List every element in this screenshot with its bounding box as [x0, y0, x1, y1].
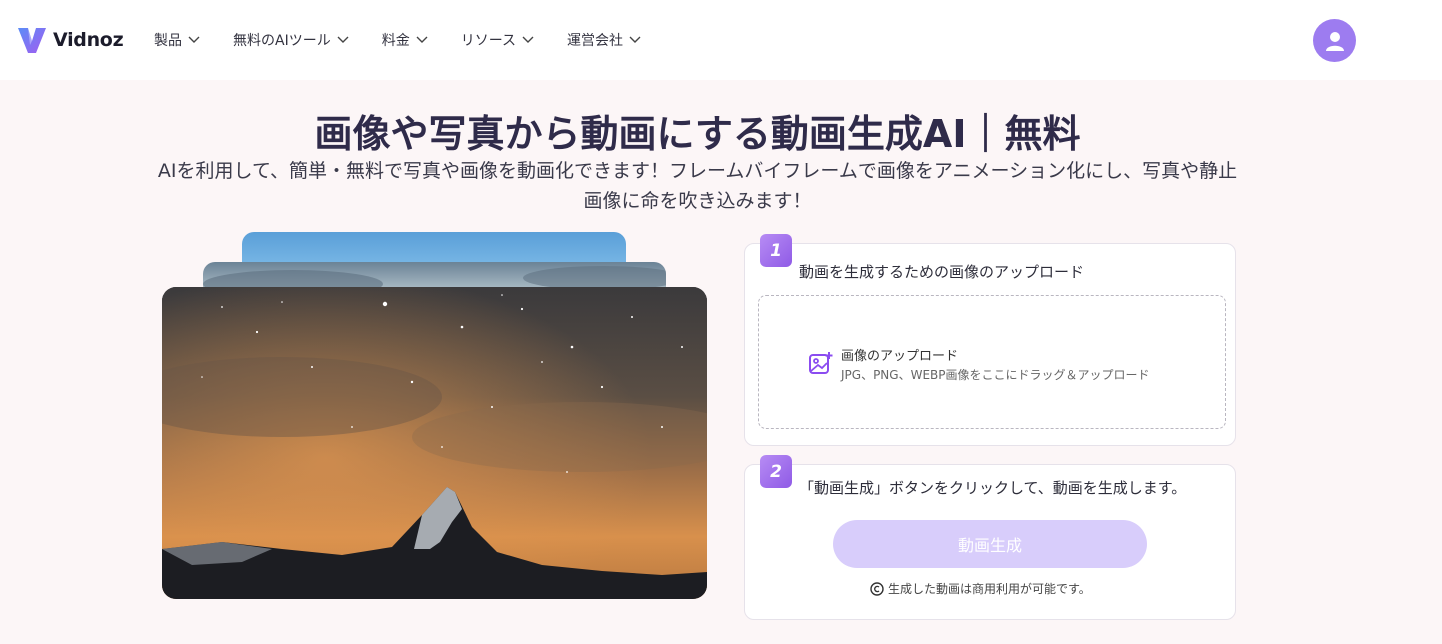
chevron-down-icon [522, 36, 534, 43]
nav-label: 無料のAIツール [233, 33, 331, 49]
chevron-down-icon [188, 36, 200, 43]
mountain-starry-sky-illustration [162, 287, 707, 599]
step-2-badge: 2 [760, 455, 792, 488]
user-avatar-button[interactable] [1313, 19, 1356, 62]
upload-hint: JPG、PNG、WEBP画像をここにドラッグ＆アップロード [841, 368, 1150, 382]
nav-item-free-ai-tools[interactable]: 無料のAIツール [233, 30, 349, 50]
upload-title: 画像のアップロード [841, 349, 959, 364]
chevron-down-icon [416, 36, 428, 43]
generate-video-button[interactable]: 動画生成 [833, 520, 1147, 568]
user-icon [1325, 31, 1344, 51]
image-add-icon [809, 352, 833, 374]
step-1-badge: 1 [760, 234, 792, 267]
nav-label: 料金 [381, 33, 410, 49]
main-nav: 製品 無料のAIツール 料金 リソース 運営会社 [154, 30, 674, 50]
nav-label: 製品 [154, 33, 182, 49]
top-navigation-bar: Vidnoz 製品 無料のAIツール 料金 リソース 運営会社 [0, 0, 1442, 80]
chevron-down-icon [629, 36, 641, 43]
sample-image-mountain-night [162, 287, 707, 599]
commercial-use-note: 生成した動画は商用利用が可能です。 [870, 580, 1091, 597]
nav-item-pricing[interactable]: 料金 [382, 30, 428, 50]
logo-text: Vidnoz [53, 29, 124, 51]
commercial-use-text: 生成した動画は商用利用が可能です。 [888, 582, 1091, 596]
nav-item-resources[interactable]: リソース [461, 30, 534, 50]
vidnoz-logo[interactable]: Vidnoz [15, 22, 124, 58]
nav-item-products[interactable]: 製品 [154, 30, 200, 50]
step-2-label: 「動画生成」ボタンをクリックして、動画を生成します。 [799, 479, 1187, 497]
vidnoz-logo-icon [18, 28, 46, 53]
page-subtitle: AIを利用して、簡単・無料で写真や画像を動画化できます！フレームバイフレームで画… [157, 160, 1238, 212]
page-title: 画像や写真から動画にする動画生成AI｜無料 [314, 112, 1081, 156]
chevron-down-icon [337, 36, 349, 43]
nav-label: 運営会社 [567, 33, 624, 49]
step-1-label: 動画を生成するための画像のアップロード [799, 263, 1085, 281]
nav-item-company[interactable]: 運営会社 [567, 30, 641, 50]
copyright-icon [870, 581, 884, 596]
nav-label: リソース [460, 33, 517, 49]
